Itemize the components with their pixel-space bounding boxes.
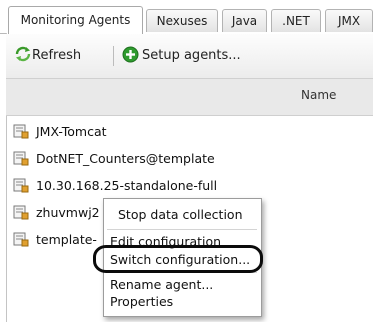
tab-monitoring-agents[interactable]: Monitoring Agents: [8, 6, 143, 34]
refresh-label: Refresh: [32, 48, 82, 63]
tab-dotnet[interactable]: .NET: [271, 9, 321, 32]
table-row[interactable]: JMX-Tomcat: [6, 119, 373, 143]
agent-name: DotNET_Counters@template: [36, 151, 215, 166]
menu-separator: [107, 229, 257, 230]
menu-item-switch-configuration[interactable]: Switch configuration...: [110, 252, 250, 267]
agent-icon: [13, 232, 29, 247]
menu-item-rename-agent[interactable]: Rename agent...: [110, 277, 213, 292]
name-column-header[interactable]: Name: [301, 88, 336, 102]
agent-name: JMX-Tomcat: [36, 124, 107, 139]
refresh-button[interactable]: Refresh: [14, 44, 81, 68]
tab-strip: Monitoring Agents Nexuses Java .NET JMX: [0, 0, 373, 34]
setup-agents-label: Setup agents...: [142, 48, 241, 63]
menu-item-stop-data-collection[interactable]: Stop data collection: [118, 207, 243, 222]
setup-agents-button[interactable]: Setup agents...: [122, 44, 241, 68]
table-row[interactable]: 10.30.168.25-standalone-full: [6, 173, 373, 197]
agent-name: template-: [36, 232, 97, 247]
plus-circle-icon: [122, 46, 139, 63]
agent-icon: [13, 205, 29, 220]
tab-java[interactable]: Java: [222, 9, 267, 32]
refresh-icon: [15, 46, 31, 62]
table-row[interactable]: DotNET_Counters@template: [6, 146, 373, 170]
tab-jmx[interactable]: JMX: [325, 9, 373, 32]
agent-name: zhuvmwj2: [36, 205, 100, 220]
column-header[interactable]: Name: [6, 79, 373, 116]
menu-item-edit-configuration[interactable]: Edit configuration: [110, 234, 221, 249]
monitoring-agents-view: Monitoring Agents Nexuses Java .NET JMX …: [0, 0, 373, 322]
menu-separator: [107, 272, 257, 273]
agent-name: 10.30.168.25-standalone-full: [36, 178, 218, 193]
context-menu: Stop data collection Edit configuration …: [103, 198, 262, 317]
tab-nexuses[interactable]: Nexuses: [146, 9, 218, 32]
menu-item-properties[interactable]: Properties: [110, 294, 173, 309]
agent-icon: [13, 124, 29, 139]
agent-icon: [13, 151, 29, 166]
toolbar-divider: [113, 46, 114, 66]
agent-icon: [13, 178, 29, 193]
toolbar: Refresh Setup agents...: [6, 34, 373, 79]
